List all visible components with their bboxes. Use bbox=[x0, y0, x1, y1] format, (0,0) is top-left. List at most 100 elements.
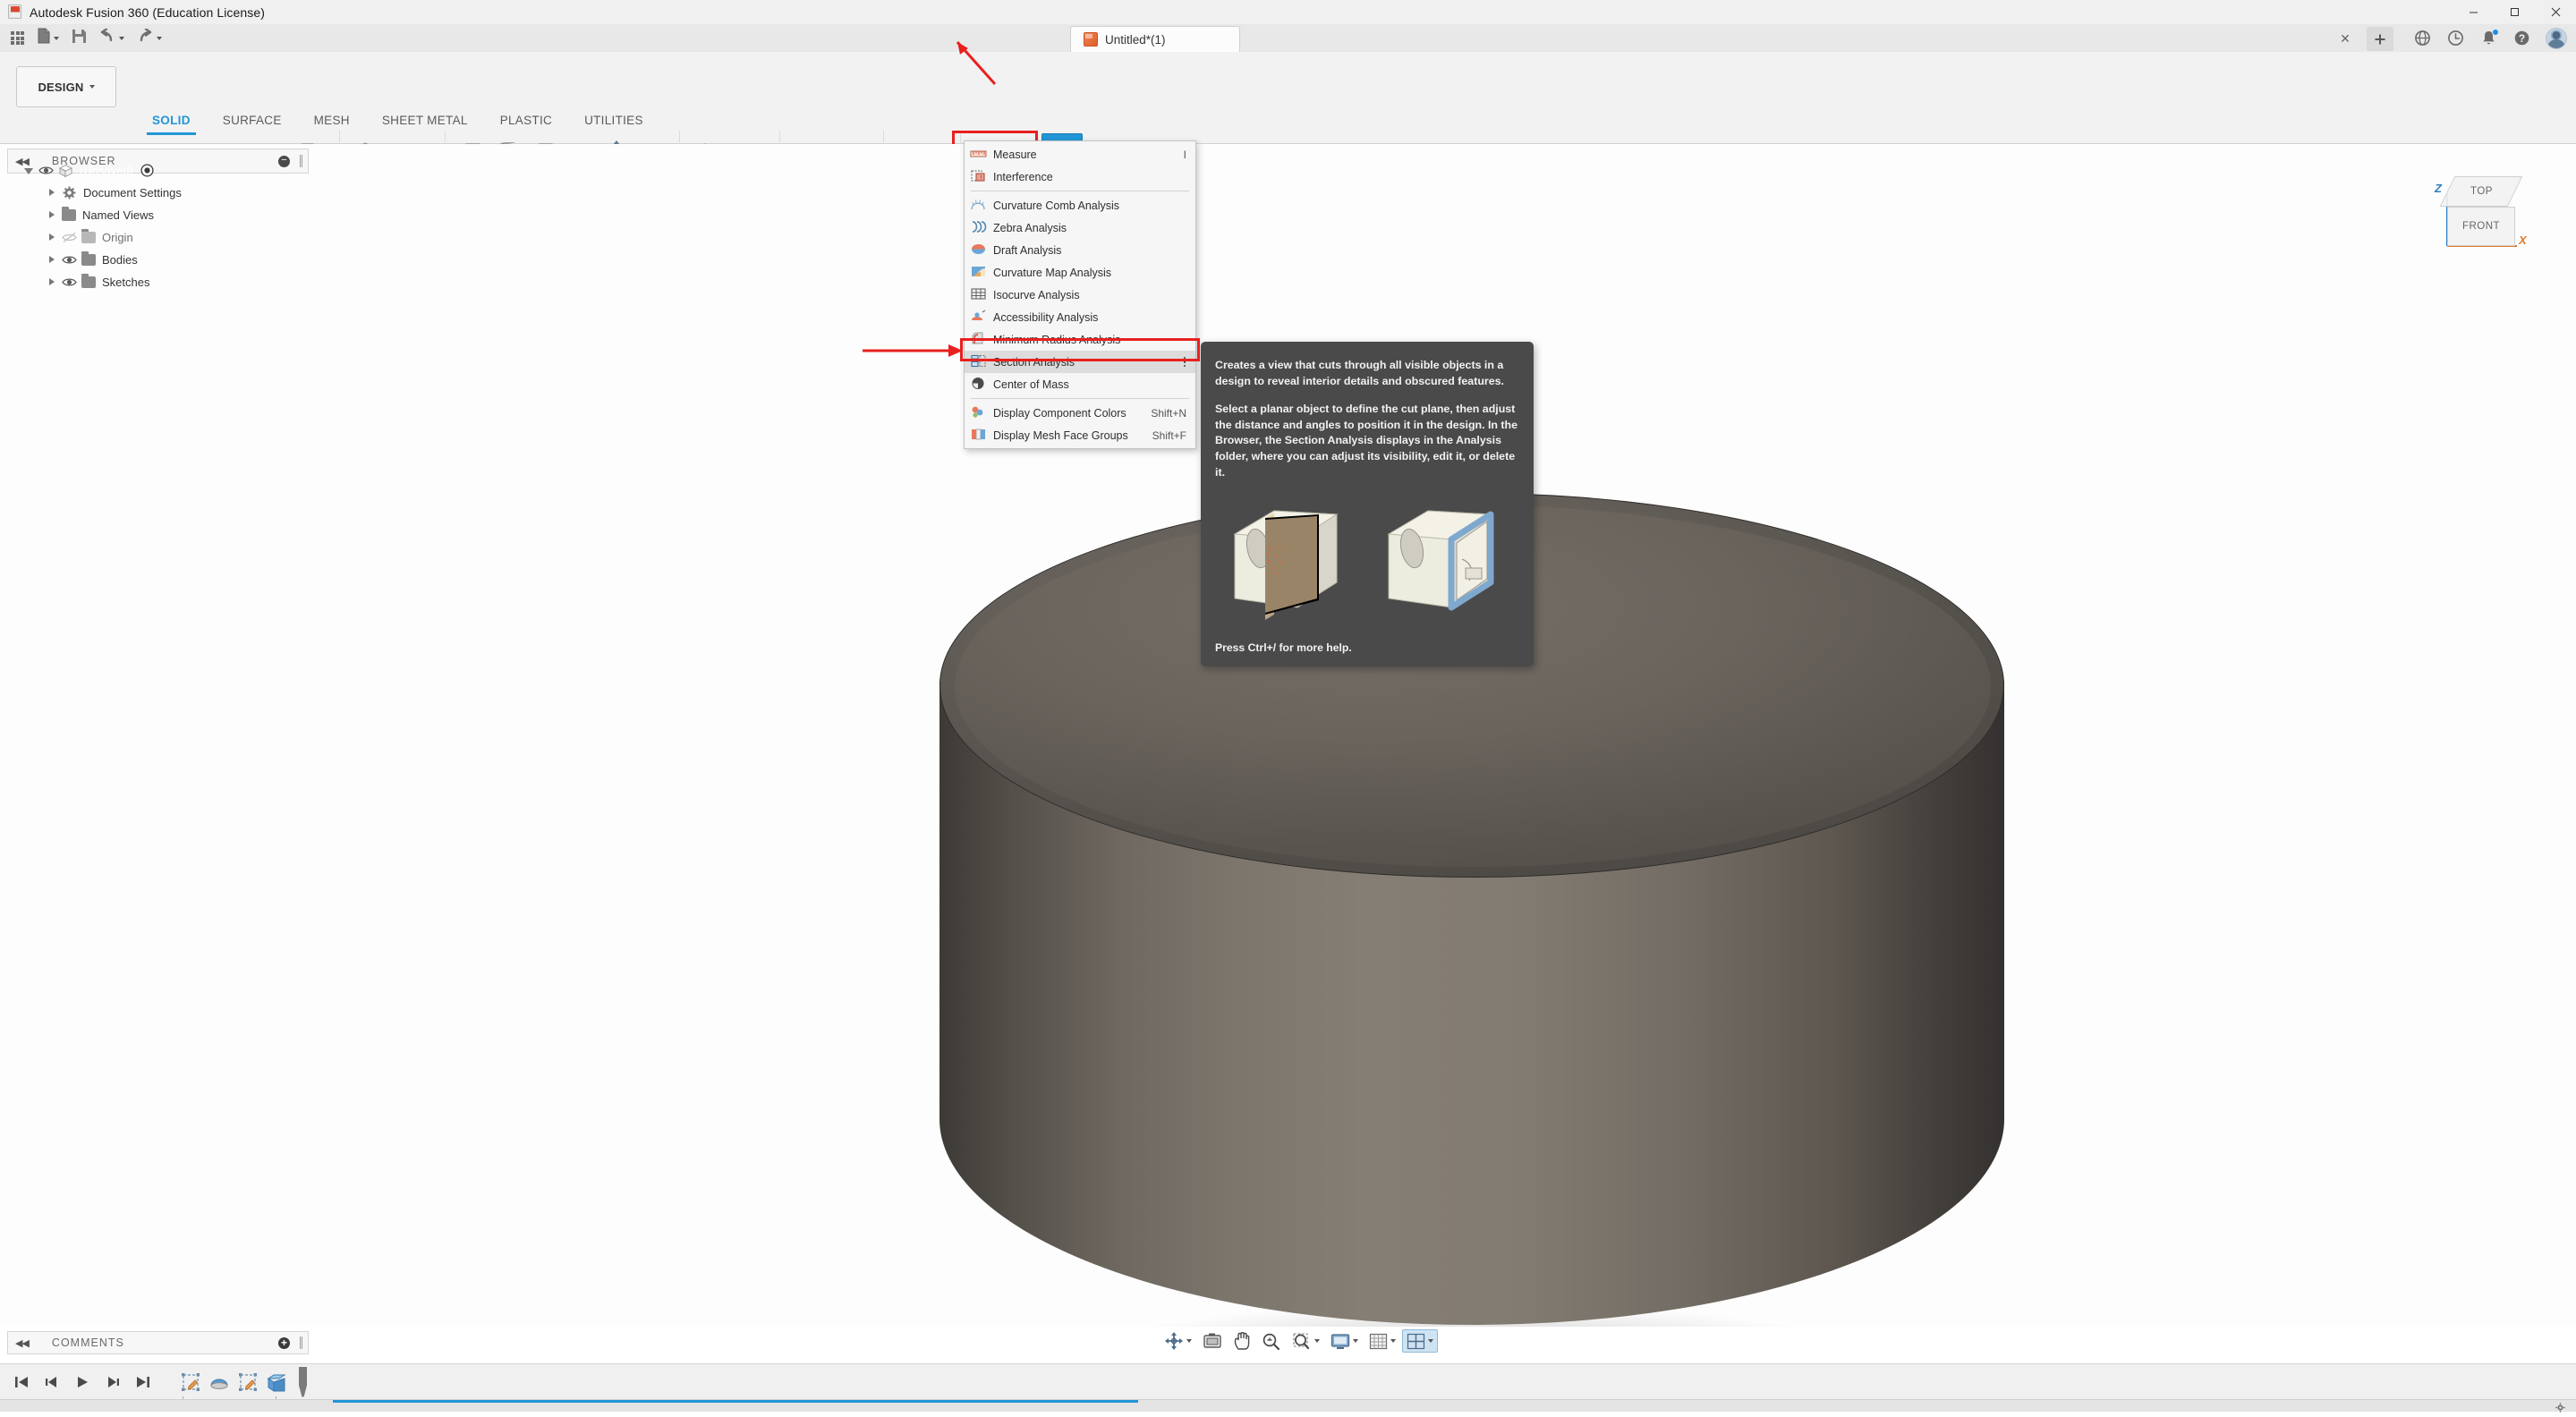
expand-twisty[interactable] bbox=[47, 209, 58, 221]
visibility-eye-hidden-icon[interactable] bbox=[62, 232, 77, 244]
add-comment-button[interactable]: + bbox=[278, 1337, 290, 1349]
skip-end-icon[interactable] bbox=[134, 1373, 152, 1391]
nav-zoom[interactable] bbox=[1257, 1329, 1286, 1353]
save-button[interactable] bbox=[66, 27, 92, 49]
menu-item-interference[interactable]: ! Interference bbox=[965, 165, 1195, 188]
workspace-selector[interactable]: DESIGN bbox=[16, 66, 116, 107]
menu-item-label: Section Analysis bbox=[993, 356, 1179, 369]
menu-item-display-component-colors[interactable]: Display Component Colors Shift+N bbox=[965, 402, 1195, 424]
close-button[interactable] bbox=[2535, 0, 2576, 24]
timeline-feature-revolve[interactable] bbox=[208, 1370, 231, 1394]
tree-node-sketches[interactable]: Sketches bbox=[7, 271, 309, 293]
expand-twisty[interactable] bbox=[47, 232, 58, 243]
component-colors-icon bbox=[970, 405, 987, 420]
menu-item-label: Curvature Map Analysis bbox=[993, 267, 1190, 279]
activate-component-radio[interactable] bbox=[140, 164, 154, 177]
collapse-left-icon[interactable]: ◀◀ bbox=[15, 1337, 29, 1349]
nav-viewport-layout[interactable] bbox=[1402, 1329, 1438, 1353]
chevron-down-icon bbox=[1390, 1339, 1396, 1343]
menu-item-display-mesh-face-groups[interactable]: Display Mesh Face Groups Shift+F bbox=[965, 424, 1195, 446]
fusion-logo-icon bbox=[8, 4, 23, 20]
min-radius-icon bbox=[970, 332, 987, 347]
gear-icon[interactable] bbox=[2555, 1401, 2565, 1411]
undo-button[interactable] bbox=[94, 27, 130, 49]
expand-twisty[interactable] bbox=[23, 165, 35, 176]
menu-item-draft-analysis[interactable]: Draft Analysis bbox=[965, 239, 1195, 261]
tree-node-unsaved[interactable]: (Unsaved) bbox=[7, 159, 309, 182]
file-menu-button[interactable] bbox=[31, 27, 64, 49]
expand-twisty[interactable] bbox=[47, 276, 58, 288]
undo-icon bbox=[99, 29, 116, 48]
tab-solid[interactable]: SOLID bbox=[136, 109, 207, 131]
skip-start-icon[interactable] bbox=[13, 1373, 30, 1391]
view-cube[interactable]: TOP FRONT Z X bbox=[2415, 165, 2549, 264]
viewport[interactable]: TOP FRONT Z X bbox=[0, 144, 2576, 1327]
tree-node-named-views[interactable]: Named Views bbox=[7, 204, 309, 226]
help-icon[interactable]: ? bbox=[2512, 29, 2531, 47]
nav-pan[interactable] bbox=[1228, 1329, 1255, 1353]
viewcube-face-front[interactable]: FRONT bbox=[2447, 207, 2515, 246]
panel-grip[interactable] bbox=[300, 1336, 302, 1349]
menu-item-center-of-mass[interactable]: Center of Mass bbox=[965, 373, 1195, 395]
tree-node-document-settings[interactable]: Document Settings bbox=[7, 182, 309, 204]
tab-sheet-metal[interactable]: SHEET METAL bbox=[366, 109, 484, 131]
inspect-dropdown-menu[interactable]: Measure I ! Interference Curvature Comb … bbox=[964, 140, 1196, 449]
tab-plastic[interactable]: PLASTIC bbox=[484, 109, 568, 131]
maximize-button[interactable] bbox=[2494, 0, 2535, 24]
redo-button[interactable] bbox=[132, 27, 167, 49]
chevron-down-icon bbox=[89, 85, 95, 89]
tree-node-origin[interactable]: Origin bbox=[7, 226, 309, 249]
interference-icon: ! bbox=[970, 169, 987, 184]
step-back-icon[interactable] bbox=[43, 1373, 61, 1391]
menu-separator bbox=[971, 398, 1189, 399]
menu-item-zebra-analysis[interactable]: Zebra Analysis bbox=[965, 216, 1195, 239]
menu-item-curvature-comb-analysis[interactable]: Curvature Comb Analysis bbox=[965, 194, 1195, 216]
globe-icon[interactable] bbox=[2413, 29, 2432, 47]
nav-display-settings[interactable] bbox=[1326, 1329, 1363, 1353]
apps-grid-button[interactable] bbox=[5, 27, 30, 49]
notification-badge bbox=[2492, 29, 2499, 36]
nav-grid-snaps[interactable] bbox=[1365, 1329, 1400, 1353]
tab-utilities[interactable]: UTILITIES bbox=[568, 109, 659, 131]
step-forward-icon[interactable] bbox=[104, 1373, 122, 1391]
menu-item-measure[interactable]: Measure I bbox=[965, 143, 1195, 165]
tab-mesh[interactable]: MESH bbox=[298, 109, 366, 131]
expand-twisty[interactable] bbox=[47, 187, 58, 199]
minimize-button[interactable] bbox=[2453, 0, 2494, 24]
timeline-feature-sketch-2[interactable] bbox=[236, 1370, 259, 1394]
component-icon bbox=[58, 164, 73, 177]
new-tab-button[interactable] bbox=[2367, 27, 2393, 51]
section-result-illustration bbox=[1376, 493, 1521, 627]
play-icon[interactable] bbox=[73, 1373, 91, 1391]
menu-item-isocurve-analysis[interactable]: Isocurve Analysis bbox=[965, 284, 1195, 306]
nav-look-at[interactable] bbox=[1198, 1329, 1227, 1353]
document-tab[interactable]: Untitled*(1) bbox=[1070, 26, 1240, 52]
tree-node-bodies[interactable]: Bodies bbox=[7, 249, 309, 271]
menu-item-accessibility-analysis[interactable]: Accessibility Analysis bbox=[965, 306, 1195, 328]
nav-zoom-window[interactable] bbox=[1288, 1329, 1324, 1353]
avatar[interactable] bbox=[2546, 28, 2567, 49]
visibility-eye-icon[interactable] bbox=[62, 254, 77, 267]
clock-icon[interactable] bbox=[2446, 29, 2465, 47]
bell-icon[interactable] bbox=[2479, 29, 2498, 47]
menu-item-curvature-map-analysis[interactable]: Curvature Map Analysis bbox=[965, 261, 1195, 284]
menu-item-overflow-icon[interactable] bbox=[1179, 357, 1190, 368]
tab-surface[interactable]: SURFACE bbox=[207, 109, 298, 131]
expand-twisty[interactable] bbox=[47, 254, 58, 266]
menu-item-section-analysis[interactable]: Section Analysis bbox=[965, 351, 1195, 373]
menu-item-label: Zebra Analysis bbox=[993, 222, 1190, 234]
timeline-feature-extrude[interactable] bbox=[265, 1370, 288, 1394]
timeline-feature-sketch-1[interactable] bbox=[179, 1370, 202, 1394]
zebra-icon bbox=[970, 220, 987, 235]
tooltip-footer: Press Ctrl+/ for more help. bbox=[1215, 641, 1519, 654]
workspace-label: DESIGN bbox=[38, 81, 83, 94]
document-tab-close[interactable]: ✕ bbox=[2338, 31, 2352, 46]
visibility-eye-icon[interactable] bbox=[62, 276, 77, 289]
viewcube-face-top[interactable]: TOP bbox=[2440, 176, 2523, 207]
timeline-marker[interactable] bbox=[299, 1367, 307, 1397]
visibility-eye-icon[interactable] bbox=[38, 165, 54, 177]
navigation-bar bbox=[1156, 1328, 1441, 1354]
title-bar: Autodesk Fusion 360 (Education License) bbox=[0, 0, 2576, 24]
nav-orbit[interactable] bbox=[1160, 1329, 1196, 1353]
menu-item-minimum-radius-analysis[interactable]: Minimum Radius Analysis bbox=[965, 328, 1195, 351]
